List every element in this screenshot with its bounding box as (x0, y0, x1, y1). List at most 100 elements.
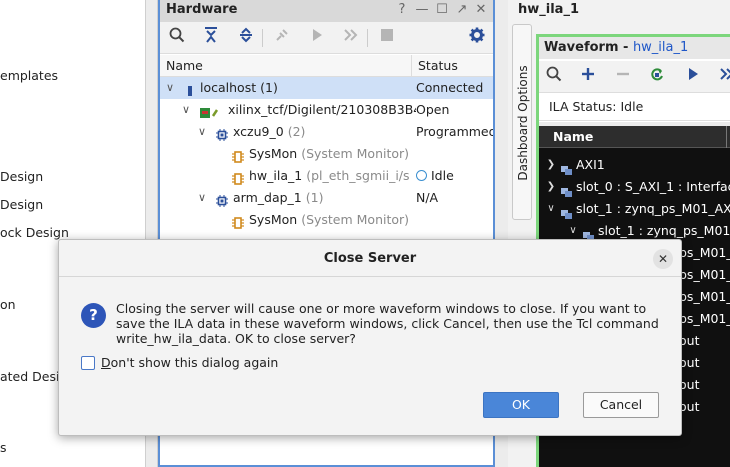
nav-item[interactable]: s (0, 440, 7, 455)
chevron-down-icon[interactable]: ∨ (196, 121, 208, 143)
tree-count: (1) (260, 80, 278, 95)
dialog-titlebar[interactable]: Close Server ✕ (59, 240, 681, 277)
signal-row[interactable]: ❯ AXI1 (539, 154, 730, 176)
nav-item[interactable]: Design (0, 197, 43, 212)
tree-count: (2) (287, 124, 306, 139)
signal-name: slot_1 : zynq_ps_M01_AXI (576, 201, 730, 216)
column-divider[interactable] (411, 55, 412, 77)
tree-status: Idle (431, 168, 454, 183)
hardware-toolbar (160, 22, 493, 54)
search-icon[interactable] (166, 27, 188, 49)
tree-row-sysmon-2[interactable]: SysMon (System Monitor) (160, 209, 493, 231)
close-server-dialog: Close Server ✕ ? Closing the server will… (58, 239, 682, 436)
run-trigger-icon[interactable] (306, 27, 328, 49)
tree-status: Programmed (416, 124, 493, 139)
waveform-name-header: Name (539, 126, 730, 148)
auto-retrigger-icon[interactable] (646, 66, 668, 88)
column-status[interactable]: Status (418, 55, 458, 77)
tree-row-target[interactable]: ∨ xilinx_tcf/Digilent/210308B3B4 Open (160, 99, 493, 121)
search-icon[interactable] (543, 66, 565, 88)
nav-item[interactable]: Design (0, 169, 43, 184)
chevron-down-icon[interactable]: ∨ (180, 99, 192, 121)
chevron-down-icon[interactable]: ∨ (546, 198, 556, 220)
chevron-right-icon[interactable]: ❯ (546, 176, 556, 198)
minimize-icon[interactable]: — (414, 1, 430, 19)
tree-count: (System Monitor) (301, 212, 410, 227)
tree-count: (pl_eth_sgmii_i/sys (306, 168, 409, 183)
signal-row[interactable]: ∨ slot_1 : zynq_ps_M01_AXI (539, 198, 730, 220)
signal-name: out (679, 377, 700, 392)
signal-name: ps_M01_ (679, 245, 730, 260)
chevron-down-icon[interactable]: ∨ (164, 77, 176, 99)
bus-icon (583, 226, 594, 241)
collapse-all-icon[interactable] (200, 27, 222, 49)
chip-icon (216, 192, 228, 207)
nav-item[interactable]: emplates (0, 68, 58, 83)
nav-item[interactable]: ated Desi (0, 369, 59, 384)
ila-tab-title[interactable]: hw_ila_1 (518, 0, 579, 20)
signal-name: ps_M01_ (679, 267, 730, 282)
tree-name: SysMon (249, 146, 298, 161)
float-icon[interactable]: ↗ (454, 1, 470, 19)
chevron-down-icon[interactable]: ∨ (196, 187, 208, 209)
bus-icon (561, 160, 572, 175)
debug-core-icon (232, 148, 244, 163)
signal-name: ps_M01_ (679, 311, 730, 326)
mnemonic-letter: D (101, 355, 111, 370)
run-trigger-icon[interactable] (682, 66, 704, 88)
ila-status-bar: ILA Status: Idle (539, 93, 730, 121)
dont-show-again-checkbox[interactable] (81, 356, 95, 370)
tree-count: (System Monitor) (301, 146, 410, 161)
tree-name: hw_ila_1 (249, 168, 303, 183)
tree-row-device[interactable]: ∨ xczu9_0 (2) Programmed (160, 121, 493, 143)
close-icon[interactable]: ✕ (653, 249, 673, 269)
tree-status: Connected (416, 80, 484, 95)
close-icon[interactable]: ✕ (473, 1, 489, 19)
remove-probe-icon[interactable] (612, 66, 634, 88)
dashboard-options-tab[interactable]: Dashboard Options (512, 24, 532, 220)
auto-connect-icon[interactable] (271, 27, 293, 49)
run-immediate-icon[interactable] (716, 66, 730, 88)
tree-name: xczu9_0 (233, 124, 284, 139)
chevron-right-icon[interactable]: ❯ (546, 154, 556, 176)
stop-trigger-icon[interactable] (376, 27, 398, 49)
dialog-message: Closing the server will cause one or mor… (116, 301, 659, 346)
debug-core-icon (232, 214, 244, 229)
dont-show-again-label[interactable]: Don't show this dialog again (101, 355, 278, 371)
dialog-title: Close Server (323, 251, 417, 266)
idle-circle-icon (416, 170, 427, 181)
tree-name: xilinx_tcf/Digilent/210308B3B4 (228, 102, 422, 117)
tree-row-hw-ila[interactable]: hw_ila_1 (pl_eth_sgmii_i/sys Idle (160, 165, 493, 187)
signal-row[interactable]: ❯ slot_0 : S_AXI_1 : Interface (539, 176, 730, 198)
expand-all-icon[interactable] (235, 27, 257, 49)
waveform-title: Waveform - (544, 40, 633, 55)
run-immediate-icon[interactable] (340, 27, 362, 49)
tree-status: Open (416, 99, 490, 121)
tree-row-sysmon[interactable]: SysMon (System Monitor) (160, 143, 493, 165)
hardware-panel-title: Hardware (166, 2, 238, 17)
hardware-panel-header: Hardware ? — ☐ ↗ ✕ (160, 0, 493, 22)
waveform-header: Waveform - hw_ila_1 (539, 37, 730, 59)
signal-name: AXI1 (576, 157, 605, 172)
column-divider[interactable] (726, 126, 727, 148)
maximize-icon[interactable]: ☐ (434, 1, 450, 19)
signal-name: out (679, 355, 700, 370)
ok-button[interactable]: OK (483, 392, 559, 418)
cancel-button[interactable]: Cancel (583, 392, 659, 418)
column-name[interactable]: Name (166, 55, 203, 77)
question-icon: ? (81, 303, 106, 328)
settings-gear-icon[interactable] (466, 27, 488, 49)
bus-icon (561, 182, 572, 197)
tree-name: localhost (200, 80, 257, 95)
name-column-label[interactable]: Name (553, 126, 593, 148)
tree-name: arm_dap_1 (233, 190, 302, 205)
waveform-ila-link[interactable]: hw_ila_1 (633, 40, 688, 55)
nav-item[interactable]: ock Design (0, 225, 69, 240)
add-probe-icon[interactable] (577, 66, 599, 88)
help-icon[interactable]: ? (394, 1, 410, 19)
toolbar-separator (367, 29, 368, 47)
signal-name: ps_M01_ (679, 289, 730, 304)
nav-item[interactable]: on (0, 297, 16, 312)
tree-row-arm-dap[interactable]: ∨ arm_dap_1 (1) N/A (160, 187, 493, 209)
tree-row-localhost[interactable]: ∨ localhost (1) Connected (160, 77, 493, 99)
